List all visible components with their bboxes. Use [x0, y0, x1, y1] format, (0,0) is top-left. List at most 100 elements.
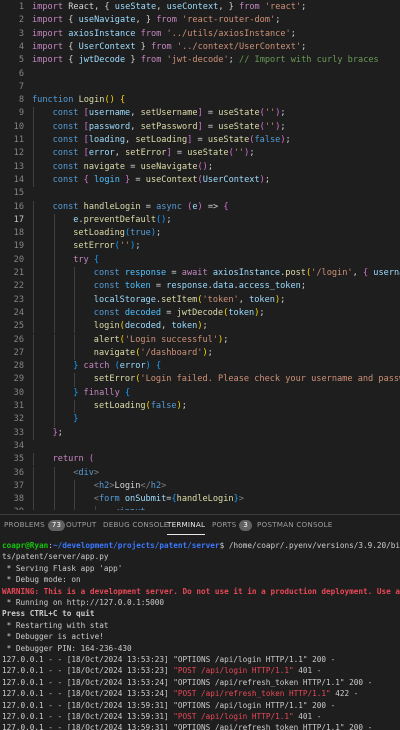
code-line[interactable]: 4 import { UserContext } from '../context… — [0, 41, 400, 54]
code-text: setLoading(true); — [73, 227, 161, 240]
code-line[interactable]: 31 setLoading(false); — [0, 400, 400, 414]
code-line[interactable]: 27 navigate('/dashboard'); — [0, 346, 400, 361]
code-text: const [loading, setLoading] = useState(f… — [53, 134, 291, 147]
code-line[interactable]: 6 — [0, 68, 400, 81]
tab-terminal[interactable]: TERMINAL — [167, 515, 206, 535]
code-line[interactable]: 32} — [0, 413, 400, 427]
code-token: = — [150, 281, 167, 292]
terminal-text: $ /home/coapr/.pyenv/versions/3.9.20/bin… — [219, 541, 400, 550]
line-number: 6 — [18, 68, 24, 79]
code-line[interactable]: 33}; — [0, 426, 400, 440]
line-number: 26 — [13, 334, 24, 345]
code-token: ; — [280, 121, 286, 132]
terminal-line: * Serving Flask app 'app' — [2, 563, 123, 574]
code-line[interactable]: 2 import { useNavigate, } from 'react-rou… — [0, 14, 400, 27]
line-number: 3 — [18, 28, 24, 39]
code-line[interactable]: 38 <form onSubmit={handleLogin}> — [0, 493, 400, 507]
code-token: ; — [290, 28, 296, 39]
code-line[interactable]: 35 return ( — [0, 453, 400, 467]
code-token: ; — [181, 401, 187, 411]
code-line[interactable]: 8 function Login() { — [0, 94, 400, 107]
indent-guide — [33, 147, 34, 161]
code-line[interactable]: 28} catch (error) { — [0, 360, 400, 374]
code-token: import — [32, 15, 69, 26]
code-token: '../context/UserContext' — [176, 41, 302, 52]
code-token: h2 — [150, 480, 162, 491]
tab-output[interactable]: OUTPUT — [66, 515, 97, 535]
code-line[interactable]: 13 const navigate = useNavigate(); — [0, 160, 400, 174]
code-line[interactable]: 16 const handleLogin = async (e) => { — [0, 200, 400, 214]
indent-guide — [33, 453, 34, 467]
code-line[interactable]: 15 — [0, 187, 400, 200]
indent-guide — [74, 280, 76, 294]
code-line[interactable]: 18 setLoading(true); — [0, 227, 400, 241]
code-token: </ — [140, 480, 151, 491]
indent-guide — [33, 479, 34, 494]
code-line[interactable]: 26 alert('Login successful'); — [0, 333, 400, 347]
line-number: 23 — [13, 294, 24, 305]
code-line[interactable]: 25 login(decoded, token); — [0, 320, 400, 334]
indent-guide — [33, 253, 34, 267]
code-token: useState — [218, 108, 260, 119]
indent-guide — [33, 493, 34, 507]
code-token: '' — [119, 241, 131, 252]
code-text: localStorage.setItem('token', token); — [94, 294, 286, 307]
code-line[interactable]: 17 e.preventDefault(); — [0, 213, 400, 228]
code-line[interactable]: 20 try { — [0, 253, 400, 267]
indent-guide — [33, 386, 34, 400]
code-token: error — [119, 361, 146, 372]
code-line[interactable]: 7 — [0, 81, 400, 94]
code-line[interactable]: 22 const token = response.data.access_tok… — [0, 280, 400, 294]
code-token: false — [254, 135, 281, 145]
code-line[interactable]: 29 setError('Login failed. Please check y… — [0, 373, 400, 387]
terminal-line: * Restarting with stat — [2, 620, 109, 631]
code-text: const [error, setError] = useState(''); — [53, 147, 255, 160]
code-token: input — [120, 507, 146, 510]
code-token: from — [140, 28, 167, 39]
code-line[interactable]: 10 const [password, setPassword] = useSta… — [0, 120, 400, 134]
code-line[interactable]: 21 const response = await axiosInstance.p… — [0, 267, 400, 281]
indent-guide — [33, 320, 34, 334]
code-token: = — [140, 201, 157, 212]
code-token: ; — [301, 2, 307, 12]
code-token: } — [119, 174, 131, 185]
code-line[interactable]: 12 const [error, setError] = useState('')… — [0, 147, 400, 161]
code-line[interactable]: 5 import { jwtDecode } from 'jwt-decode';… — [0, 54, 400, 67]
code-text: <input — [114, 506, 145, 510]
code-token: alert — [93, 334, 120, 345]
indent-guide — [33, 426, 34, 440]
code-line[interactable]: 36 <div> — [0, 466, 400, 480]
code-line[interactable]: 9 const [username, setUsername] = useStat… — [0, 107, 400, 121]
code-token: useContext — [166, 2, 219, 12]
code-editor[interactable]: 1 import React, { useState, useContext, }… — [0, 0, 400, 510]
tab-postman[interactable]: POSTMAN CONSOLE — [257, 515, 333, 535]
terminal-output[interactable]: coapr@Ryan:~/development/projects/patent… — [0, 538, 400, 730]
code-line[interactable]: 23 localStorage.setItem('token', token); — [0, 293, 400, 307]
code-line[interactable]: 11 const [loading, setLoading] = useState… — [0, 134, 400, 148]
code-token: { — [119, 95, 126, 106]
code-line[interactable]: 19 setError(''); — [0, 240, 400, 254]
code-line[interactable]: 3 import axiosInstance from '../utils/axi… — [0, 28, 400, 41]
code-line[interactable]: 24 const decoded = jwtDecode(token); — [0, 306, 400, 321]
code-line[interactable]: 37 <h2>Login</h2> — [0, 479, 400, 494]
terminal-line: 127.0.0.1 - - [18/Oct/2024 13:53:24] "PO… — [2, 688, 358, 699]
terminal-line: * Debugger is active! — [2, 631, 104, 642]
code-token: ; — [202, 321, 208, 332]
tab-label: PROBLEMS — [4, 520, 45, 529]
tab-problems[interactable]: PROBLEMS 73 — [4, 515, 66, 535]
code-line[interactable]: 30} finally { — [0, 386, 400, 400]
code-line[interactable]: 34 — [0, 440, 400, 453]
code-line[interactable]: 1 import React, { useState, useContext, }… — [0, 1, 400, 14]
line-number: 11 — [13, 135, 24, 145]
indent-guide — [94, 506, 96, 510]
indent-guide — [53, 213, 55, 228]
code-token: setError — [73, 241, 115, 252]
line-number: 24 — [13, 307, 24, 318]
tab-debug[interactable]: DEBUG CONSOLE — [103, 515, 169, 535]
tab-ports[interactable]: PORTS 3 — [212, 515, 253, 535]
code-token: = — [171, 148, 188, 159]
code-token: function — [32, 95, 79, 106]
code-line[interactable]: 39 <input — [0, 506, 400, 510]
code-token: '' — [264, 121, 276, 132]
code-line[interactable]: 14 const { login } = useContext(UserConte… — [0, 173, 400, 188]
